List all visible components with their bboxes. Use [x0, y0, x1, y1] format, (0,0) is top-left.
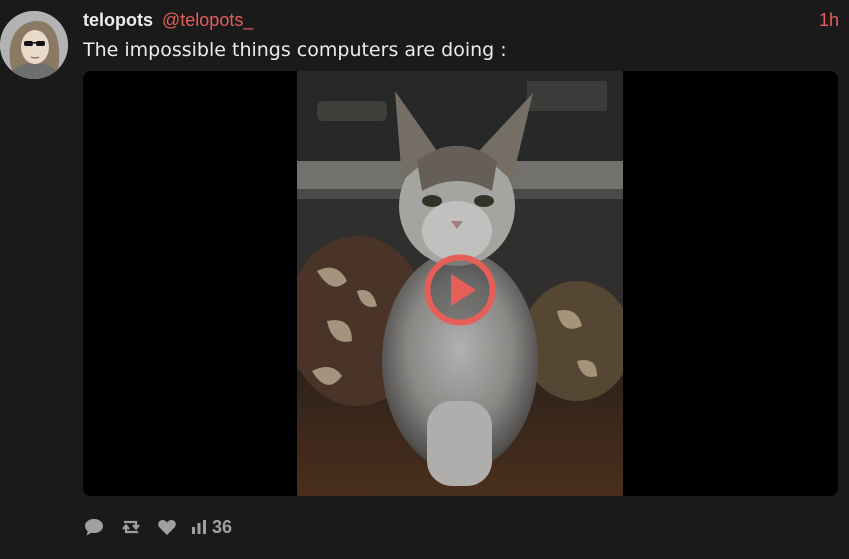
repost-arrows-icon — [122, 520, 140, 534]
post-text: The impossible things computers are doin… — [83, 39, 507, 61]
post-actions: 36 — [83, 514, 246, 540]
like-button[interactable] — [157, 518, 177, 536]
avatar-illustration — [0, 11, 68, 79]
heart-icon — [158, 520, 176, 535]
post-timestamp[interactable]: 1h — [819, 9, 839, 31]
avatar[interactable] — [0, 11, 68, 79]
bar-chart-icon — [192, 520, 206, 534]
repost-button[interactable] — [119, 517, 143, 537]
author-handle[interactable]: @telopots_ — [162, 10, 253, 30]
video-player[interactable] — [83, 71, 838, 496]
play-icon[interactable] — [424, 254, 496, 326]
view-count: 36 — [212, 516, 233, 537]
views-indicator[interactable]: 36 — [191, 517, 232, 538]
post-header: telopots @telopots_ 1h — [83, 9, 839, 33]
reply-button[interactable] — [83, 517, 105, 537]
speech-bubble-icon — [85, 519, 103, 536]
post: telopots @telopots_ 1h The impossible th… — [0, 0, 849, 559]
author-display-name[interactable]: telopots — [83, 10, 153, 30]
